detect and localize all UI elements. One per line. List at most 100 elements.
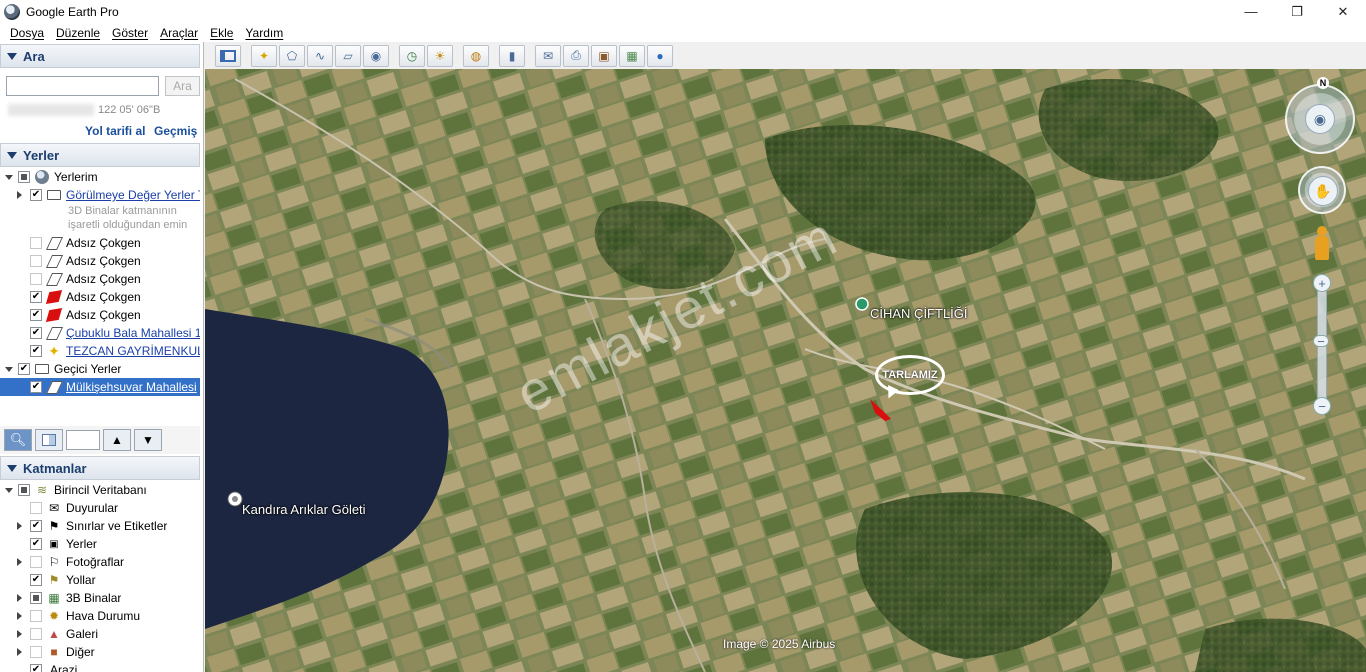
- sunlight-button[interactable]: ☀: [427, 44, 453, 67]
- tree-row-polygon[interactable]: Adsız Çokgen: [0, 252, 200, 270]
- checkbox[interactable]: [30, 502, 42, 514]
- add-polygon-button[interactable]: ⬠: [279, 44, 305, 67]
- menu-tools[interactable]: Araçlar: [160, 26, 198, 40]
- checkbox[interactable]: ✔: [30, 664, 42, 672]
- menu-add[interactable]: Ekle: [210, 26, 233, 40]
- history-link[interactable]: Geçmiş: [154, 124, 197, 138]
- places-filter-input[interactable]: [66, 430, 100, 450]
- menu-file[interactable]: Dosya: [10, 26, 44, 40]
- layer-row-gallery[interactable]: ▲ Galeri: [0, 625, 200, 643]
- search-places-button[interactable]: 🔍︎: [4, 429, 32, 451]
- add-image-overlay-button[interactable]: ▱: [335, 44, 361, 67]
- layer-row-3d-buildings[interactable]: ▦ 3B Binalar: [0, 589, 200, 607]
- checkbox[interactable]: [18, 484, 30, 496]
- search-button[interactable]: Ara: [165, 76, 200, 96]
- menu-edit[interactable]: Düzenle: [56, 26, 100, 40]
- checkbox[interactable]: [30, 592, 42, 604]
- view-in-maps-button[interactable]: ▦: [619, 44, 645, 67]
- historical-imagery-button[interactable]: ◷: [399, 44, 425, 67]
- checkbox[interactable]: ✔: [30, 327, 42, 339]
- checkbox[interactable]: [30, 610, 42, 622]
- expand-toggle-icon[interactable]: [4, 364, 14, 374]
- tree-row-temporary-places[interactable]: ✔ Geçici Yerler: [0, 360, 200, 378]
- tree-row-polygon[interactable]: ✔ Adsız Çokgen: [0, 288, 200, 306]
- look-joystick[interactable]: ◉: [1285, 84, 1355, 154]
- tree-row-polygon[interactable]: Adsız Çokgen: [0, 234, 200, 252]
- zoom-out-button[interactable]: −: [1313, 397, 1331, 415]
- layer-row-borders[interactable]: ✔ ⚑ Sınırlar ve Etiketler: [0, 517, 200, 535]
- tree-row-my-places[interactable]: Yerlerim: [0, 168, 200, 186]
- expand-toggle-icon[interactable]: [14, 629, 24, 639]
- checkbox[interactable]: [30, 628, 42, 640]
- checkbox[interactable]: [30, 646, 42, 658]
- expand-toggle-icon[interactable]: [14, 557, 24, 567]
- lake-label[interactable]: Kandıra Arıklar Göleti: [242, 502, 366, 517]
- layer-row-places[interactable]: ✔ ▣ Yerler: [0, 535, 200, 553]
- layer-row-more[interactable]: ■ Diğer: [0, 643, 200, 661]
- move-joystick[interactable]: ✋: [1298, 166, 1346, 214]
- expand-toggle-icon[interactable]: [14, 647, 24, 657]
- minimize-button[interactable]: —: [1228, 0, 1274, 23]
- checkbox[interactable]: [18, 171, 30, 183]
- close-button[interactable]: ✕: [1320, 0, 1366, 23]
- map-view[interactable]: emlakjet.com Kandıra Arıklar Göleti CİHA…: [205, 69, 1366, 672]
- menu-view[interactable]: Göster: [112, 26, 148, 40]
- restore-button[interactable]: ❐: [1274, 0, 1320, 23]
- get-directions-link[interactable]: Yol tarifi al: [85, 124, 145, 138]
- checkbox[interactable]: ✔: [30, 189, 42, 201]
- expand-toggle-icon[interactable]: [14, 190, 24, 200]
- toggle-panel-button[interactable]: [35, 429, 63, 451]
- layer-row-weather[interactable]: ✹ Hava Durumu: [0, 607, 200, 625]
- tree-row-selected-place[interactable]: ✔ Mülkişehsuvar Mahallesi: [0, 378, 200, 396]
- email-button[interactable]: ✉: [535, 44, 561, 67]
- add-placemark-button[interactable]: ✦: [251, 44, 277, 67]
- layer-row-roads[interactable]: ✔ ⚑ Yollar: [0, 571, 200, 589]
- pegman-icon[interactable]: [1315, 226, 1329, 262]
- tree-row-placemark[interactable]: ✔ ✦ TEZCAN GAYRİMENKUL: [0, 342, 200, 360]
- eye-icon[interactable]: ◉: [1305, 104, 1335, 134]
- tree-row-polygon[interactable]: ✔ Adsız Çokgen: [0, 306, 200, 324]
- tree-row-polygon[interactable]: Adsız Çokgen: [0, 270, 200, 288]
- add-path-button[interactable]: ∿: [307, 44, 333, 67]
- checkbox[interactable]: ✔: [30, 520, 42, 532]
- layer-row-terrain[interactable]: ✔ Arazi: [0, 661, 200, 672]
- save-image-button[interactable]: ▣: [591, 44, 617, 67]
- hand-icon[interactable]: ✋: [1308, 176, 1338, 206]
- menu-help[interactable]: Yardım: [245, 26, 283, 40]
- zoom-slider-thumb[interactable]: −: [1313, 334, 1329, 349]
- zoom-in-button[interactable]: +: [1313, 274, 1331, 292]
- checkbox[interactable]: ✔: [30, 381, 42, 393]
- compass-north[interactable]: N: [1317, 77, 1329, 89]
- tree-row-polygon[interactable]: ✔ Çubuklu Bala Mahallesi 1: [0, 324, 200, 342]
- checkbox[interactable]: ✔: [30, 309, 42, 321]
- places-panel-header[interactable]: Yerler: [0, 143, 200, 167]
- expand-toggle-icon[interactable]: [14, 521, 24, 531]
- layers-panel-header[interactable]: Katmanlar: [0, 456, 200, 480]
- layer-row-announcements[interactable]: ✉ Duyurular: [0, 499, 200, 517]
- expand-toggle-icon[interactable]: [4, 172, 14, 182]
- checkbox[interactable]: ✔: [30, 574, 42, 586]
- farm-label[interactable]: CİHAN ÇİFTLİĞİ: [870, 306, 968, 321]
- checkbox[interactable]: ✔: [30, 345, 42, 357]
- expand-toggle-icon[interactable]: [14, 611, 24, 621]
- checkbox[interactable]: ✔: [30, 538, 42, 550]
- checkbox[interactable]: [30, 255, 42, 267]
- search-panel-header[interactable]: Ara: [0, 44, 200, 68]
- move-down-button[interactable]: ▼: [134, 429, 162, 451]
- search-input[interactable]: [6, 76, 159, 96]
- move-up-button[interactable]: ▲: [103, 429, 131, 451]
- toggle-sidebar-button[interactable]: [215, 44, 241, 67]
- earth-gallery-button[interactable]: ●: [647, 44, 673, 67]
- switch-planet-button[interactable]: ◍: [463, 44, 489, 67]
- record-tour-button[interactable]: ◉: [363, 44, 389, 67]
- checkbox[interactable]: [30, 556, 42, 568]
- layer-row-photos[interactable]: ⚐ Fotoğraflar: [0, 553, 200, 571]
- checkbox[interactable]: ✔: [18, 363, 30, 375]
- ruler-button[interactable]: ▮: [499, 44, 525, 67]
- print-button[interactable]: ⎙: [563, 44, 589, 67]
- expand-toggle-icon[interactable]: [4, 485, 14, 495]
- layer-row-primary-db[interactable]: ≋ Birincil Veritabanı: [0, 481, 200, 499]
- checkbox[interactable]: [30, 237, 42, 249]
- checkbox[interactable]: ✔: [30, 291, 42, 303]
- expand-toggle-icon[interactable]: [14, 593, 24, 603]
